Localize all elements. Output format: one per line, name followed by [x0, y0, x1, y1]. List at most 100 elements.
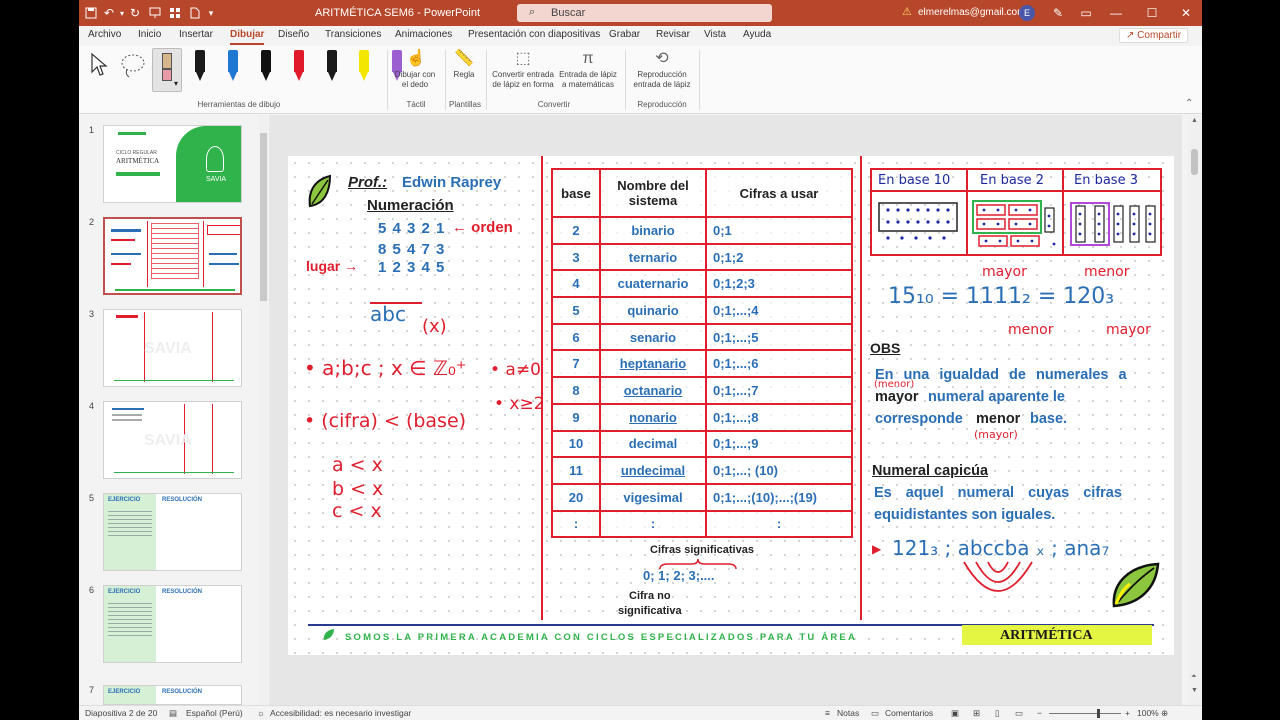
- slide-thumb-2[interactable]: [103, 217, 242, 295]
- notes-button[interactable]: Notas: [837, 708, 859, 718]
- slide-thumb-7[interactable]: EJERCICIO RESOLUCIÓN: [103, 685, 242, 705]
- tab-presentacion[interactable]: Presentación con diapositivas: [468, 29, 600, 40]
- select-tool-icon[interactable]: [89, 52, 109, 81]
- scroll-up-page-icon[interactable]: ⏶: [1191, 673, 1197, 681]
- tab-revisar[interactable]: Revisar: [656, 29, 690, 40]
- undo-dropdown-icon[interactable]: ▾: [117, 4, 127, 22]
- tab-archivo[interactable]: Archivo: [88, 29, 121, 40]
- zoom-out-icon[interactable]: −: [1037, 708, 1042, 718]
- pen-4[interactable]: [293, 50, 305, 86]
- accessibility-icon[interactable]: ☼: [257, 708, 265, 718]
- redo-icon[interactable]: ↻: [127, 4, 143, 22]
- thumbnail-scrollbar[interactable]: [259, 115, 268, 705]
- tab-insertar[interactable]: Insertar: [179, 29, 213, 40]
- slideshow-icon[interactable]: ▭: [1015, 708, 1023, 719]
- close-button[interactable]: ✕: [1173, 4, 1199, 22]
- pen-5[interactable]: [326, 50, 338, 86]
- pen-1[interactable]: [194, 50, 206, 86]
- pen-icon[interactable]: ✎: [1045, 4, 1071, 22]
- present-icon[interactable]: [147, 4, 163, 22]
- ink-c-lt-x: c < x: [332, 500, 382, 522]
- eraser-tool[interactable]: ▾: [152, 48, 182, 92]
- lasso-tool-icon[interactable]: [119, 52, 147, 83]
- normal-view-icon[interactable]: ▣: [951, 708, 959, 719]
- column-divider-left: [541, 156, 543, 620]
- zoom-level[interactable]: 100%: [1137, 708, 1159, 718]
- minimize-button[interactable]: —: [1103, 4, 1129, 22]
- ink-to-math-button[interactable]: π Entrada de lápiz a matemáticas: [557, 48, 619, 90]
- scroll-up-icon[interactable]: ▲: [1191, 117, 1198, 124]
- save-icon[interactable]: [83, 4, 99, 22]
- capicua-title: Numeral capicúa: [872, 463, 989, 479]
- undo-icon[interactable]: ↶: [101, 4, 117, 22]
- search-input[interactable]: ⌕ Buscar: [517, 4, 772, 22]
- warning-icon[interactable]: ⚠: [902, 5, 912, 18]
- reading-view-icon[interactable]: ▯: [995, 708, 1000, 719]
- ruler-icon: 📏: [454, 50, 474, 67]
- slide-thumbnails: 1 CICLO REGULAR ARITMÉTICA SAVIA 2 3 SAV…: [79, 115, 269, 705]
- tab-transiciones[interactable]: Transiciones: [325, 29, 381, 40]
- tab-inicio[interactable]: Inicio: [138, 29, 161, 40]
- zoom-in-icon[interactable]: +: [1125, 708, 1130, 718]
- obs-word-corresponde: corresponde: [875, 411, 963, 427]
- ink-to-shape-button[interactable]: ⬚ Convertir entrada de lápiz en forma: [490, 48, 556, 90]
- number-row-2: 8 5 4 7 3: [378, 241, 446, 258]
- slide-canvas[interactable]: Prof.: Edwin Raprey Numeración 5 4 3 2 1…: [288, 156, 1174, 655]
- base-10-dots: [878, 202, 958, 240]
- fit-to-window-icon[interactable]: ⊕: [1161, 708, 1168, 719]
- scroll-down-icon[interactable]: ▼: [1191, 687, 1198, 694]
- ruler-button[interactable]: 📏 Regla: [449, 48, 479, 80]
- pen-3[interactable]: [260, 50, 272, 86]
- accessibility-label[interactable]: Accesibilidad: es necesario investigar: [270, 708, 411, 718]
- ink-replay-button[interactable]: ⟲ Reproducción entrada de lápiz: [629, 48, 695, 90]
- new-file-icon[interactable]: [187, 4, 203, 22]
- tab-animaciones[interactable]: Animaciones: [395, 29, 452, 40]
- slide-sorter-icon[interactable]: ⊞: [973, 708, 980, 719]
- share-button[interactable]: ↗ Compartir: [1119, 28, 1189, 43]
- ink-b-lt-x: b < x: [332, 478, 384, 500]
- slide-thumb-1[interactable]: CICLO REGULAR ARITMÉTICA SAVIA: [103, 125, 242, 203]
- tab-ayuda[interactable]: Ayuda: [743, 29, 771, 40]
- tab-grabar[interactable]: Grabar: [609, 29, 640, 40]
- tab-dibujar[interactable]: Dibujar: [230, 29, 265, 45]
- header-digits: Cifras a usar: [705, 168, 853, 218]
- collapse-ribbon-icon[interactable]: ⌃: [1185, 98, 1193, 109]
- zoom-slider-thumb[interactable]: [1097, 709, 1100, 718]
- obs-word-base: base.: [1030, 411, 1068, 427]
- language-label[interactable]: Español (Perú): [186, 708, 243, 718]
- notes-icon[interactable]: ≡: [825, 708, 830, 718]
- pen-2[interactable]: [227, 50, 239, 86]
- slide-thumb-4[interactable]: SAVIA: [103, 401, 242, 479]
- grid-icon[interactable]: [167, 4, 183, 22]
- account-email[interactable]: elmerelmas@gmail.com: [918, 7, 1025, 18]
- slide-scrollbar[interactable]: ▲ ⏶ ▼: [1188, 115, 1201, 705]
- base-3-label: En base 3: [1074, 173, 1138, 188]
- comments-icon[interactable]: ▭: [871, 708, 879, 719]
- tab-vista[interactable]: Vista: [704, 29, 726, 40]
- draw-with-finger-button[interactable]: ☝ Dibujar con el dedo: [391, 48, 441, 90]
- zoom-slider[interactable]: [1049, 713, 1121, 714]
- ink-equation: 15₁₀ = 1111₂ = 120₃: [888, 284, 1115, 309]
- obs-word-menor: menor: [976, 411, 1021, 427]
- ribbon-display-icon[interactable]: ▭: [1073, 4, 1099, 22]
- highlighter-icon: [359, 50, 369, 72]
- highlighter-1[interactable]: [358, 50, 370, 86]
- slide-thumb-5[interactable]: EJERCICIO RESOLUCIÓN: [103, 493, 242, 571]
- powerpoint-window: ↶ ▾ ↻ ▾ ARITMÉTICA SEM6 - PowerPoint ⌕ B…: [79, 0, 1202, 720]
- slide-thumb-3[interactable]: SAVIA: [103, 309, 242, 387]
- customize-quick-access-icon[interactable]: ▾: [205, 4, 217, 22]
- ink-abc: abc: [370, 302, 406, 326]
- comments-button[interactable]: Comentarios: [885, 708, 933, 718]
- group-tools-title: Herramientas de dibujo: [197, 100, 281, 109]
- chevron-down-icon: ▾: [174, 79, 179, 88]
- slide-thumb-6[interactable]: EJERCICIO RESOLUCIÓN: [103, 585, 242, 663]
- ink-mayor-top: mayor: [982, 264, 1027, 280]
- maximize-button[interactable]: ☐: [1139, 4, 1165, 22]
- spellcheck-icon[interactable]: ▤: [169, 708, 177, 719]
- tab-diseno[interactable]: Diseño: [278, 29, 309, 40]
- group-convert-title: Convertir: [537, 100, 571, 109]
- ink-base-x: (x): [422, 316, 447, 337]
- header-base: base: [551, 168, 601, 218]
- pen-icon: [327, 50, 337, 72]
- avatar[interactable]: E: [1019, 5, 1035, 21]
